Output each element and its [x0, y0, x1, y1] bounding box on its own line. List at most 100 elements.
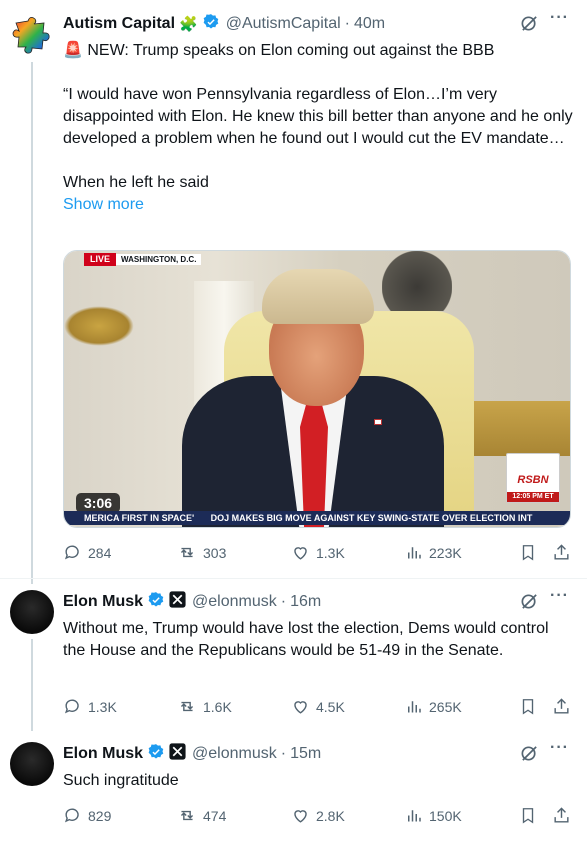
avatar[interactable]: [10, 742, 54, 786]
like-count: 1.3K: [316, 544, 345, 561]
author-handle[interactable]: @elonmusk: [192, 745, 277, 763]
share-icon[interactable]: [552, 697, 571, 721]
speaker-tie: [300, 401, 328, 527]
reply-button[interactable]: 284: [63, 543, 111, 562]
tweet-elon-2[interactable]: Elon Musk @elonmusk · 15m ··· Such ingra…: [0, 731, 587, 841]
grok-icon[interactable]: [520, 592, 539, 616]
speaker-hair: [262, 269, 374, 324]
tweet-actions: 1.3K 1.6K 4.5K 265K: [63, 697, 575, 719]
tweet-header: Autism Capital 🧩 @AutismCapital · 40m ··…: [63, 9, 587, 38]
verified-badge-icon: [202, 13, 220, 36]
reply-button[interactable]: 829: [63, 806, 111, 825]
tweet-actions: 284 303 1.3K 223K: [63, 543, 575, 565]
network-name: RSBN: [517, 474, 549, 486]
thread-line: [31, 639, 33, 731]
avatar[interactable]: [10, 590, 54, 634]
repost-icon: [180, 701, 194, 712]
tweet-header: Elon Musk @elonmusk · 16m ···: [63, 587, 587, 616]
tweet-time[interactable]: 16m: [290, 593, 321, 611]
reply-count: 1.3K: [88, 698, 117, 715]
reply-count: 284: [88, 544, 112, 561]
tweet-autism-capital[interactable]: Autism Capital 🧩 @AutismCapital · 40m ··…: [0, 0, 587, 584]
video-duration: 3:06: [76, 493, 121, 513]
live-label: LIVE: [84, 253, 117, 266]
views-count: 265K: [429, 698, 462, 715]
author-handle[interactable]: @AutismCapital: [226, 15, 341, 33]
more-options-icon[interactable]: ···: [550, 9, 569, 27]
ticker-item: MERICA FIRST IN SPACE': [84, 513, 195, 523]
share-icon[interactable]: [552, 806, 571, 830]
tweet-header: Elon Musk @elonmusk · 15m ···: [63, 739, 587, 768]
like-count: 4.5K: [316, 698, 345, 715]
network-time: 12:05 PM ET: [507, 492, 559, 502]
views-count: 150K: [429, 807, 462, 824]
tweet-line: “I would have won Pennsylvania regardles…: [63, 86, 573, 147]
repost-icon: [180, 547, 194, 558]
separator-dot: ·: [280, 745, 287, 762]
verified-badge-icon: [147, 743, 165, 766]
flag-pin: [374, 419, 382, 425]
separator-dot: ·: [280, 593, 287, 610]
bookmark-icon[interactable]: [519, 697, 537, 721]
repost-button[interactable]: 1.6K: [177, 697, 232, 716]
like-button[interactable]: 2.8K: [291, 806, 345, 825]
repost-button[interactable]: 474: [177, 806, 226, 825]
tweet-time[interactable]: 15m: [290, 745, 321, 763]
bookmark-icon[interactable]: [519, 806, 537, 830]
verified-badge-icon: [147, 591, 165, 614]
tweet-body: 🚨 NEW: Trump speaks on Elon coming out a…: [63, 40, 573, 216]
author-name[interactable]: Elon Musk: [63, 745, 143, 763]
tweet-elon-1[interactable]: Elon Musk @elonmusk · 16m ··· Without me…: [0, 579, 587, 731]
show-more-link[interactable]: Show more: [63, 194, 573, 216]
author-handle[interactable]: @elonmusk: [192, 593, 277, 611]
views-count: 223K: [429, 544, 462, 561]
avatar[interactable]: [10, 13, 54, 57]
puzzle-logo-icon: [12, 17, 50, 54]
tweet-body: Such ingratitude: [63, 770, 573, 792]
reply-count: 829: [88, 807, 112, 824]
x-affiliate-icon: [169, 591, 186, 613]
more-options-icon[interactable]: ···: [550, 739, 569, 757]
tweet-body: Without me, Trump would have lost the el…: [63, 618, 573, 662]
repost-count: 303: [203, 544, 227, 561]
repost-icon: [180, 810, 194, 821]
reply-button[interactable]: 1.3K: [63, 697, 117, 716]
live-banner: LIVE WASHINGTON, D.C.: [84, 253, 202, 266]
views-button[interactable]: 223K: [405, 543, 462, 562]
network-logo: RSBN 12:05 PM ET: [506, 453, 560, 503]
views-button[interactable]: 150K: [405, 806, 462, 825]
heart-icon: [294, 701, 307, 714]
tweet-text: Such ingratitude: [63, 772, 179, 789]
author-name[interactable]: Elon Musk: [63, 593, 143, 611]
heart-icon: [294, 810, 307, 823]
grok-icon[interactable]: [520, 744, 539, 768]
location-label: WASHINGTON, D.C.: [116, 254, 202, 265]
puzzle-emoji: 🧩: [179, 16, 198, 33]
views-icon: [408, 701, 421, 713]
x-affiliate-icon: [169, 743, 186, 765]
like-button[interactable]: 4.5K: [291, 697, 345, 716]
more-options-icon[interactable]: ···: [550, 587, 569, 605]
news-ticker: MERICA FIRST IN SPACE' DOJ MAKES BIG MOV…: [64, 511, 570, 525]
tweet-actions: 829 474 2.8K 150K: [63, 806, 575, 828]
heart-icon: [294, 547, 307, 560]
tweet-text: Without me, Trump would have lost the el…: [63, 620, 549, 659]
views-icon: [408, 547, 421, 559]
views-button[interactable]: 265K: [405, 697, 462, 716]
ticker-item: DOJ MAKES BIG MOVE AGAINST KEY SWING-STA…: [210, 513, 533, 523]
statue: [382, 251, 452, 311]
video-player[interactable]: LIVE WASHINGTON, D.C. RSBN 12:05 PM ET 3…: [63, 250, 571, 528]
repost-count: 474: [203, 807, 227, 824]
tweet-line: 🚨 NEW: Trump speaks on Elon coming out a…: [63, 42, 495, 59]
author-name[interactable]: Autism Capital: [63, 15, 175, 33]
repost-button[interactable]: 303: [177, 543, 226, 562]
gold-ornament: [460, 401, 570, 456]
grok-icon[interactable]: [520, 14, 539, 38]
share-icon[interactable]: [552, 543, 571, 567]
thread-line: [31, 62, 33, 584]
like-button[interactable]: 1.3K: [291, 543, 345, 562]
views-icon: [408, 810, 421, 822]
tweet-time[interactable]: 40m: [354, 15, 385, 33]
reply-icon: [64, 808, 79, 823]
bookmark-icon[interactable]: [519, 543, 537, 567]
